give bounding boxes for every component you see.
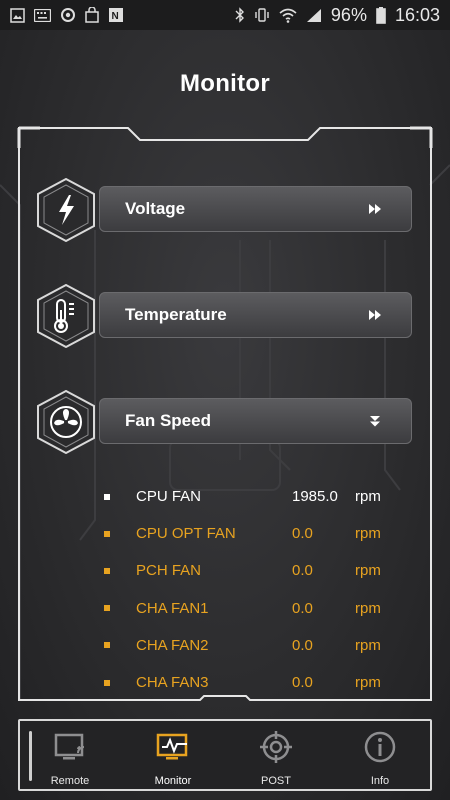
fan-value: 0.0 <box>292 525 313 543</box>
fan-speed-row[interactable]: Fan Speed <box>36 390 414 454</box>
fan-unit: rpm <box>355 636 381 654</box>
double-chevron-right-icon <box>369 310 381 320</box>
fan-name: CPU FAN <box>136 488 202 506</box>
fan-unit: rpm <box>355 488 381 506</box>
fan-row-cpu-fan: CPU FAN 1985.0 rpm <box>100 478 420 515</box>
tab-label: POST <box>261 775 291 787</box>
fan-name: CHA FAN3 <box>136 674 209 692</box>
tab-monitor[interactable]: Monitor <box>123 721 223 789</box>
battery-icon <box>376 6 386 24</box>
fan-unit: rpm <box>355 674 381 692</box>
fan-status-dot <box>104 567 110 574</box>
voltage-label: Voltage <box>125 199 186 218</box>
tab-remote[interactable]: Remote <box>20 721 120 789</box>
fan-row-cha-fan1: CHA FAN1 0.0 rpm <box>100 590 420 627</box>
fan-icon <box>37 390 95 454</box>
remote-display-icon <box>50 729 90 765</box>
fan-row-pch-fan: PCH FAN 0.0 rpm <box>100 552 420 589</box>
fan-list: CPU FAN 1985.0 rpm CPU OPT FAN 0.0 rpm P… <box>100 478 420 701</box>
tab-label: Monitor <box>154 775 192 787</box>
fan-name: PCH FAN <box>136 562 202 580</box>
fan-unit: rpm <box>355 562 381 580</box>
lightning-icon <box>37 178 95 242</box>
temperature-button[interactable]: Temperature <box>99 292 412 338</box>
clock: 16:03 <box>394 4 440 25</box>
keyboard-icon <box>34 8 51 22</box>
fan-status-dot <box>104 679 110 686</box>
svg-text:N: N <box>112 11 119 22</box>
bottom-tab-bar: Remote Monitor POST Info <box>18 719 432 791</box>
fan-value: 0.0 <box>292 674 313 692</box>
fan-status-dot <box>104 530 110 537</box>
tab-post[interactable]: POST <box>226 721 326 789</box>
voltage-button[interactable]: Voltage <box>99 186 412 232</box>
bluetooth-icon <box>235 7 245 23</box>
monitor-pulse-icon <box>153 729 193 765</box>
fan-speed-label: Fan Speed <box>125 411 211 430</box>
wifi-icon <box>279 8 297 23</box>
signal-icon <box>306 8 322 23</box>
tab-label: Info <box>370 775 390 787</box>
fan-name: CHA FAN1 <box>136 599 209 617</box>
fan-row-cha-fan2: CHA FAN2 0.0 rpm <box>100 627 420 664</box>
vibrate-icon <box>254 7 270 23</box>
crosshair-icon <box>256 729 296 765</box>
status-bar: N 96% 16:03 <box>0 0 450 30</box>
double-chevron-right-icon <box>369 204 381 214</box>
temperature-label: Temperature <box>125 305 227 324</box>
fan-value: 0.0 <box>292 599 313 617</box>
fan-status-dot <box>104 493 110 500</box>
tab-info[interactable]: Info <box>330 721 430 789</box>
info-icon <box>360 729 400 765</box>
fan-value: 0.0 <box>292 562 313 580</box>
fan-status-dot <box>104 642 110 649</box>
thermometer-icon <box>37 284 95 348</box>
fan-unit: rpm <box>355 599 381 617</box>
image-icon <box>10 7 25 23</box>
sync-icon <box>60 7 76 23</box>
fan-speed-button[interactable]: Fan Speed <box>99 398 412 444</box>
fan-unit: rpm <box>355 525 381 543</box>
fan-name: CPU OPT FAN <box>136 525 236 543</box>
double-chevron-down-icon <box>370 416 380 427</box>
fan-name: CHA FAN2 <box>136 636 209 654</box>
onenote-icon: N <box>108 7 124 23</box>
fan-row-cpu-opt-fan: CPU OPT FAN 0.0 rpm <box>100 515 420 552</box>
temperature-row[interactable]: Temperature <box>36 284 414 348</box>
page-title: Monitor <box>179 70 271 97</box>
fan-value: 0.0 <box>292 636 313 654</box>
battery-percent: 96% <box>330 4 367 25</box>
shopping-bag-icon <box>85 7 99 23</box>
tab-label: Remote <box>50 775 90 787</box>
fan-row-cha-fan3: CHA FAN3 0.0 rpm <box>100 664 420 701</box>
voltage-row[interactable]: Voltage <box>36 178 414 242</box>
fan-value: 1985.0 <box>292 488 338 506</box>
fan-status-dot <box>104 605 110 612</box>
